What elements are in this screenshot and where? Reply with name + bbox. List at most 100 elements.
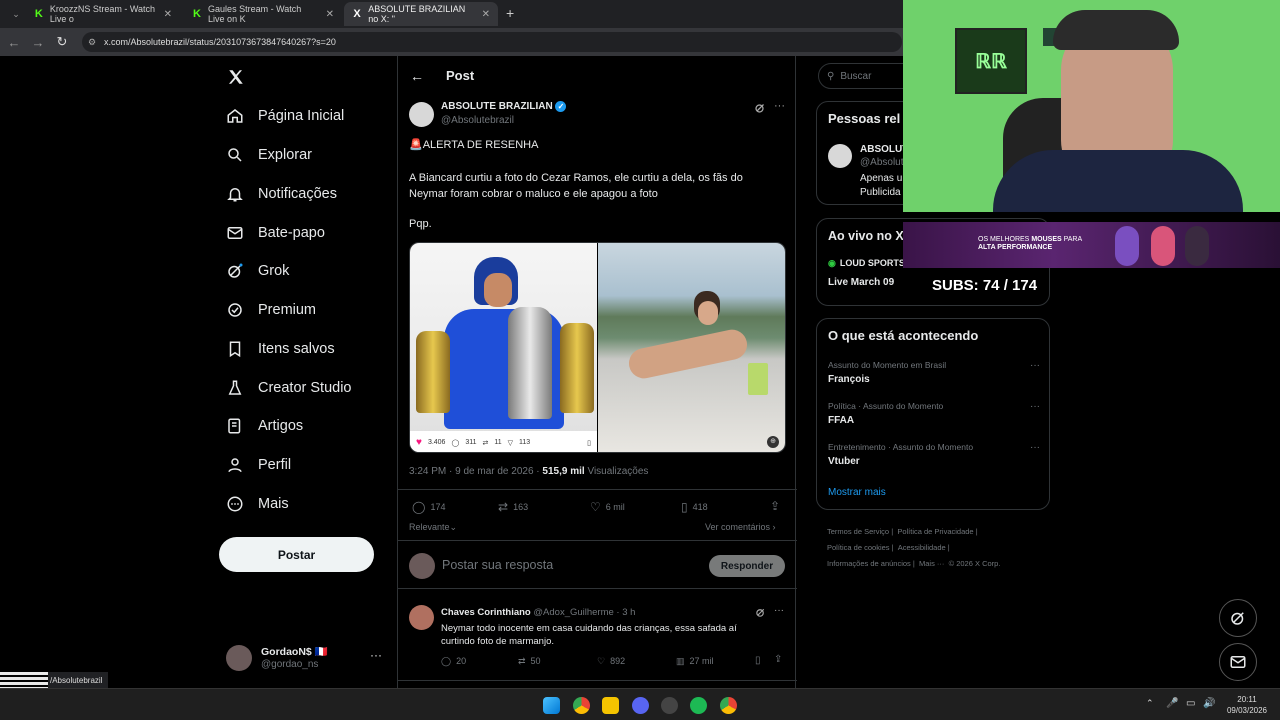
bookmark-action[interactable]: ▯ 418	[681, 500, 708, 514]
chrome-icon[interactable]	[573, 697, 590, 714]
sidebar-item-grok[interactable]: Grok	[226, 256, 289, 286]
avatar[interactable]	[409, 605, 434, 630]
chrome-profile-icon[interactable]	[720, 697, 737, 714]
close-icon[interactable]: ✕	[164, 9, 172, 20]
network-icon[interactable]: ▭	[1186, 698, 1195, 709]
tab-kroozzns[interactable]: K KroozzNS Stream - Watch Live o ✕	[26, 2, 180, 26]
bar-chart-icon: ▥	[676, 656, 685, 666]
file-explorer-icon[interactable]	[602, 697, 619, 714]
spotify-icon[interactable]	[690, 697, 707, 714]
person-name[interactable]: ABSOLUT	[860, 144, 908, 155]
home-icon	[227, 109, 243, 123]
reply-reply-action[interactable]: ◯ 20	[441, 656, 466, 667]
close-icon[interactable]: ✕	[326, 9, 334, 20]
envelope-icon	[227, 227, 243, 239]
author-name[interactable]: ABSOLUTE BRAZILIAN ✓	[441, 101, 567, 112]
trend-item[interactable]: Entretenimento · Assunto do Momento Vtub…	[828, 442, 1040, 467]
reply-action[interactable]: ◯ 174	[412, 500, 445, 514]
reply-input[interactable]: Postar sua resposta	[442, 558, 553, 572]
clock[interactable]: 20:11 09/03/2026	[1224, 694, 1270, 716]
post-button[interactable]: Postar	[219, 537, 374, 572]
share-icon[interactable]: ⇪	[774, 654, 782, 665]
back-icon[interactable]: ←	[2, 30, 26, 54]
tab-absolute-brazilian[interactable]: X ABSOLUTE BRAZILIAN no X: " ✕	[344, 2, 498, 26]
trend-name: FFAA	[828, 415, 855, 426]
volume-icon[interactable]: 🔊	[1203, 698, 1215, 709]
messages-fab[interactable]	[1219, 643, 1257, 681]
post-alert: 🚨ALERTA DE RESENHA	[409, 139, 539, 151]
close-icon[interactable]: ✕	[482, 9, 490, 20]
trend-context: Assunto do Momento em Brasil	[828, 360, 947, 370]
sidebar-item-premium[interactable]: Premium	[226, 295, 316, 325]
back-arrow-icon[interactable]: ←	[410, 68, 424, 84]
share-icon[interactable]: ⇪	[770, 499, 780, 513]
trophy-photo[interactable]: ♥ 3.406 ◯ 311 ⇄ 11 ▽ 113 ▯	[410, 243, 597, 452]
reply-views-count: 27 mil	[689, 656, 714, 666]
post-column: ← Post ABSOLUTE BRAZILIAN ✓ @Absolutebra…	[397, 56, 797, 688]
tray-chevron-icon[interactable]: ⌃	[1146, 698, 1154, 709]
trend-item[interactable]: Política · Assunto do Momento FFAA ···	[828, 401, 1040, 426]
show-more-link[interactable]: Mostrar mais	[828, 487, 886, 498]
reply-button[interactable]: Responder	[709, 555, 785, 577]
subs-value: 74 / 174	[982, 277, 1038, 294]
like-action[interactable]: ♡ 6 mil	[590, 500, 625, 514]
more-circle-icon	[227, 496, 243, 512]
reply-like-action[interactable]: ♡ 892	[597, 656, 625, 667]
post-media[interactable]: ♥ 3.406 ◯ 311 ⇄ 11 ▽ 113 ▯ ⊕	[409, 242, 786, 453]
app-icon[interactable]	[661, 697, 678, 714]
discord-icon[interactable]	[632, 697, 649, 714]
repost-action[interactable]: ⇄ 163	[498, 500, 528, 514]
footer-link[interactable]: Mais ···	[919, 559, 944, 568]
site-info-icon[interactable]: ⚙	[88, 37, 96, 48]
url-input[interactable]: ⚙ x.com/Absolutebrazil/status/2031073673…	[82, 32, 902, 52]
more-dots-icon[interactable]: ···	[370, 648, 382, 662]
more-dots-icon[interactable]: ···	[774, 100, 785, 112]
account-switcher[interactable]: GordaoN$ 🇫🇷 @gordao_ns ···	[226, 642, 386, 678]
avatar[interactable]	[828, 144, 852, 168]
sidebar-item-explore[interactable]: Explorar	[226, 140, 312, 170]
overlay-reposts: 11	[494, 439, 502, 446]
trend-item[interactable]: Assunto do Momento em Brasil François ··…	[828, 360, 1040, 385]
grok-icon[interactable]	[755, 607, 766, 618]
grok-fab[interactable]	[1219, 599, 1257, 637]
forward-icon[interactable]: →	[26, 30, 50, 54]
reply-author[interactable]: Chaves Corinthiano	[441, 607, 531, 618]
more-dots-icon[interactable]: ···	[1030, 442, 1040, 453]
sort-dropdown[interactable]: Relevante⌄	[409, 522, 457, 533]
footer-link[interactable]: Acessibilidade	[898, 543, 946, 552]
sidebar-item-more[interactable]: Mais	[226, 489, 289, 519]
grok-icon[interactable]	[754, 102, 766, 114]
sidebar-item-creator-studio[interactable]: Creator Studio	[226, 373, 352, 403]
more-dots-icon[interactable]: ···	[774, 605, 784, 616]
windows-start-icon[interactable]	[543, 697, 560, 714]
microphone-icon[interactable]: 🎤	[1166, 698, 1178, 709]
bookmark-icon[interactable]: ▯	[755, 655, 761, 666]
x-logo-icon[interactable]	[227, 68, 245, 86]
overlay-likes: 3.406	[427, 439, 446, 446]
author-avatar[interactable]	[409, 102, 434, 127]
more-dots-icon[interactable]: ···	[1030, 360, 1040, 371]
tab-search-icon[interactable]: ⌄	[4, 2, 28, 26]
footer-link[interactable]: Termos de Serviço	[827, 527, 889, 536]
footer-link[interactable]: Política de Privacidade	[897, 527, 973, 536]
sidebar-nav: Página Inicial Explorar Notificações Bat…	[218, 56, 398, 688]
send-icon: ▽	[507, 439, 514, 447]
footer-link[interactable]: Informações de anúncios	[827, 559, 911, 568]
tab-gaules[interactable]: K Gaules Stream - Watch Live on K ✕	[184, 2, 342, 26]
sidebar-item-bookmarks[interactable]: Itens salvos	[226, 334, 335, 364]
beach-photo[interactable]: ⊕	[598, 243, 785, 452]
footer-link[interactable]: Política de cookies	[827, 543, 890, 552]
reply-count: 174	[430, 502, 446, 512]
sidebar-item-chat[interactable]: Bate-papo	[226, 218, 325, 248]
sidebar-item-articles[interactable]: Artigos	[226, 411, 303, 441]
view-comments-link[interactable]: Ver comentários ›	[705, 522, 776, 532]
sidebar-item-profile[interactable]: Perfil	[226, 450, 291, 480]
sidebar-item-home[interactable]: Página Inicial	[226, 101, 344, 131]
reply-repost-action[interactable]: ⇄ 50	[518, 656, 541, 667]
account-name: GordaoN$ 🇫🇷	[261, 646, 328, 658]
reply-views-action[interactable]: ▥ 27 mil	[676, 656, 714, 667]
sidebar-item-notifications[interactable]: Notificações	[226, 179, 337, 209]
more-dots-icon[interactable]: ···	[1030, 401, 1040, 412]
reload-icon[interactable]: ↻	[50, 30, 74, 54]
new-tab-icon[interactable]: +	[506, 5, 514, 21]
